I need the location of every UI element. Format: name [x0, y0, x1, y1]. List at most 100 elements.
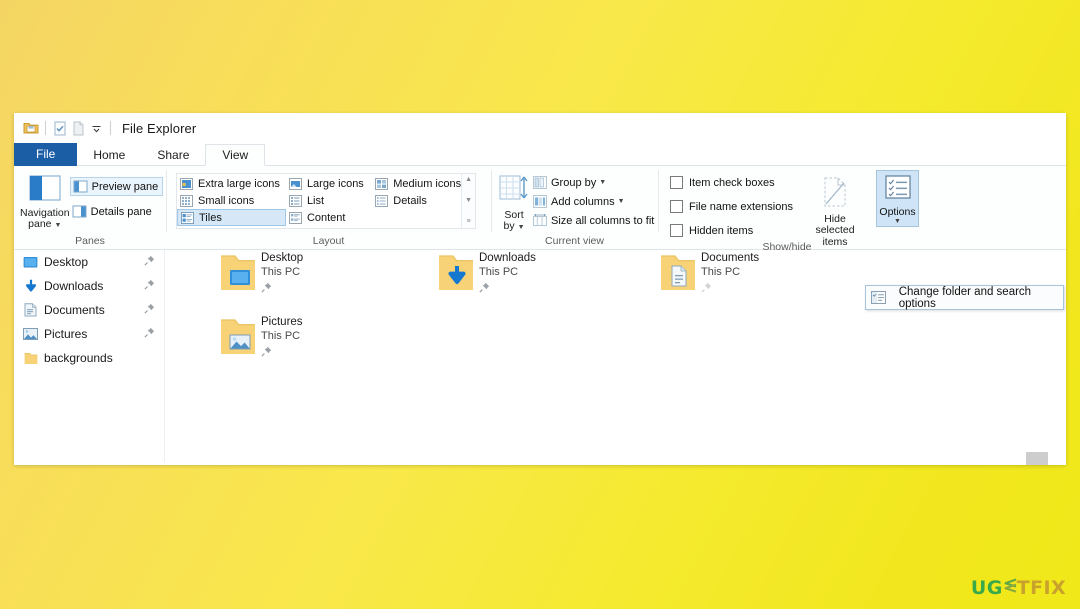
item-check-boxes-checkbox[interactable]: Item check boxes: [668, 173, 797, 192]
sidebar-item-pictures[interactable]: Pictures: [14, 322, 164, 346]
layout-list[interactable]: List: [286, 192, 372, 209]
hide-selected-label-2: items: [822, 235, 848, 248]
size-all-columns-button[interactable]: Size all columns to fit: [531, 211, 658, 230]
tile-subtitle: This PC: [701, 266, 741, 278]
list-item[interactable]: Pictures This PC: [215, 314, 390, 365]
layout-medium-icons[interactable]: Medium icons: [372, 175, 461, 192]
horizontal-scrollbar-thumb[interactable]: [1026, 452, 1048, 465]
watermark-text-left: UG: [970, 577, 1003, 599]
options-label: Options: [879, 206, 916, 218]
layout-item-label: Details: [393, 194, 427, 207]
new-folder-icon[interactable]: [69, 119, 87, 137]
details-pane-icon: [72, 205, 87, 218]
medium-icons-icon: [375, 177, 389, 190]
ribbon-group-panes: Navigation pane ▼ Preview pane Details p…: [14, 166, 166, 249]
add-columns-icon: [533, 195, 547, 208]
size-all-columns-label: Size all columns to fit: [551, 214, 655, 227]
navigation-pane-label-2: pane ▼: [28, 218, 62, 230]
sidebar-item-desktop[interactable]: Desktop: [14, 250, 164, 274]
list-item[interactable]: Desktop This PC: [215, 250, 390, 301]
file-name-extensions-checkbox[interactable]: File name extensions: [668, 197, 797, 216]
tab-share[interactable]: Share: [141, 144, 205, 166]
large-icons-icon: [288, 177, 302, 190]
pin-icon[interactable]: [144, 279, 155, 293]
scroll-up-icon[interactable]: ▲: [465, 176, 472, 183]
tile-icon: [433, 250, 479, 301]
sidebar-item-label: Pictures: [44, 327, 88, 341]
pin-icon[interactable]: [144, 327, 155, 341]
sort-by-label-2: by ▼: [503, 220, 525, 232]
layout-gallery-scroll[interactable]: ▲ ▼ ≡: [461, 174, 475, 228]
group-by-label: Group by: [551, 176, 597, 189]
checkbox-icon[interactable]: [670, 176, 683, 189]
layout-item-label: Large icons: [306, 177, 364, 190]
checkbox-icon[interactable]: [670, 200, 683, 213]
sort-by-button[interactable]: Sort by ▼: [499, 171, 529, 234]
layout-large-icons[interactable]: Large icons: [286, 175, 372, 192]
layout-item-label: Medium icons: [393, 177, 462, 190]
layout-item-label: Extra large icons: [198, 177, 280, 190]
watermark-glyph-icon: [1002, 577, 1018, 599]
sidebar-item-documents[interactable]: Documents: [14, 298, 164, 322]
layout-tiles[interactable]: Tiles: [177, 209, 286, 226]
properties-icon[interactable]: [51, 119, 69, 137]
folder-icon[interactable]: [22, 119, 40, 137]
layout-details[interactable]: Details: [372, 192, 461, 209]
group-label-layout: Layout: [312, 235, 345, 247]
sidebar-item-label: Downloads: [44, 279, 104, 293]
pin-icon[interactable]: [144, 303, 155, 317]
options-button[interactable]: Options ▼: [876, 170, 919, 227]
sidebar-item-downloads[interactable]: Downloads: [14, 274, 164, 298]
change-folder-and-search-options-item[interactable]: Change folder and search options: [891, 286, 1063, 310]
pin-icon[interactable]: [144, 255, 155, 269]
folder-options-icon: [866, 291, 891, 304]
chevron-down-icon[interactable]: ▼: [894, 218, 901, 225]
extra-large-icons-icon: [180, 177, 193, 190]
list-item[interactable]: Downloads This PC: [433, 250, 608, 301]
pin-icon: [479, 280, 536, 298]
ribbon-tabs: File Home Share View: [14, 143, 1066, 166]
layout-item-label: Content: [306, 211, 346, 224]
hidden-items-checkbox[interactable]: Hidden items: [668, 221, 797, 240]
add-columns-label: Add columns: [551, 195, 615, 208]
details-pane-toggle[interactable]: Details pane: [70, 202, 164, 221]
sidebar-item-label: Desktop: [44, 255, 89, 269]
options-dropdown-menu: Change folder and search options: [865, 285, 1064, 310]
checkbox-icon[interactable]: [670, 224, 683, 237]
file-list: Desktop This PC Downloads This PC Docume…: [165, 250, 1066, 462]
tile-icon: [655, 250, 701, 301]
scroll-down-icon[interactable]: ▼: [465, 197, 472, 204]
gallery-more-icon[interactable]: ≡: [467, 218, 471, 225]
preview-pane-toggle[interactable]: Preview pane: [69, 177, 164, 196]
layout-extra-large-icons[interactable]: Extra large icons: [177, 175, 286, 192]
preview-pane-icon: [73, 180, 88, 193]
add-columns-button[interactable]: Add columns ▼: [531, 192, 658, 211]
pictures-icon: [22, 328, 39, 340]
list-item[interactable]: Documents This PC: [655, 250, 830, 301]
file-explorer-window: File Explorer File Home Share View Navig…: [14, 113, 1066, 465]
navigation-pane-button[interactable]: Navigation pane ▼: [20, 171, 70, 232]
details-pane-label: Details pane: [90, 205, 152, 218]
group-by-button[interactable]: Group by ▼: [531, 173, 658, 192]
pin-icon: [261, 280, 303, 298]
tiles-icon: [181, 211, 194, 224]
tile-name: Desktop: [261, 252, 304, 264]
tile-name: Pictures: [261, 316, 303, 328]
layout-small-icons[interactable]: Small icons: [177, 192, 286, 209]
layout-content[interactable]: Content: [286, 209, 372, 226]
sidebar-item-label: Documents: [44, 303, 105, 317]
tile-icon: [215, 314, 261, 365]
qat-divider-2: [110, 121, 111, 135]
window-title: File Explorer: [122, 120, 197, 136]
hide-selected-items-button[interactable]: Hide selected items: [804, 173, 866, 248]
ugetfix-watermark: UG TFIX: [971, 577, 1066, 599]
chevron-down-icon: ▼: [54, 222, 62, 229]
tab-file[interactable]: File: [14, 143, 78, 166]
documents-icon: [22, 303, 39, 317]
customize-caret-icon[interactable]: [87, 119, 105, 137]
tab-view[interactable]: View: [205, 144, 266, 166]
tab-home[interactable]: Home: [77, 144, 141, 166]
sidebar-item-label: backgrounds: [44, 351, 113, 365]
sidebar-item-backgrounds[interactable]: backgrounds: [14, 346, 164, 370]
watermark-text-right: TFIX: [1016, 577, 1066, 599]
